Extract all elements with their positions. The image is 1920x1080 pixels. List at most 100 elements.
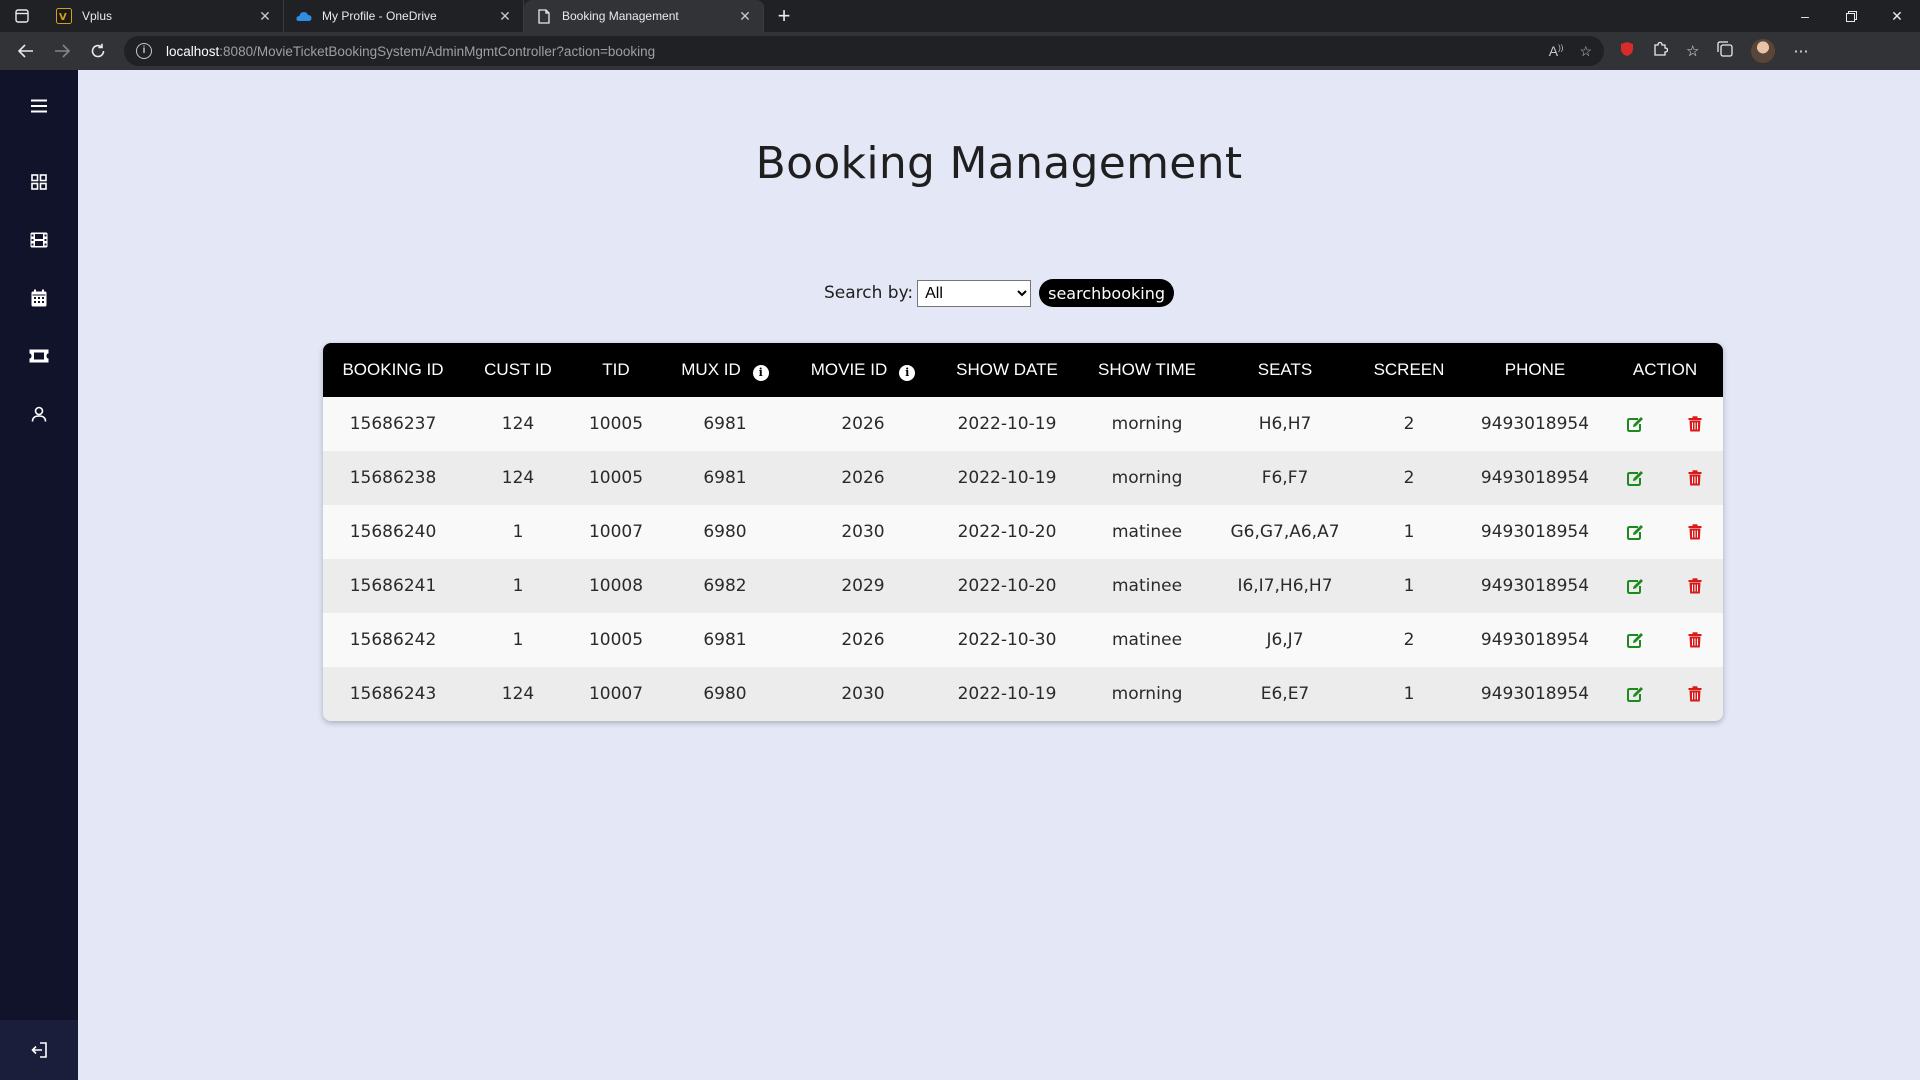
cell-mux-id: 6980 — [703, 684, 747, 704]
cell-phone: 9493018954 — [1480, 468, 1590, 488]
cell-show-date: 2022-10-20 — [957, 522, 1057, 542]
cell-mux-id: 6981 — [703, 414, 747, 434]
collections-icon[interactable] — [1717, 41, 1734, 61]
close-icon[interactable]: ✕ — [497, 8, 513, 24]
address-bar[interactable]: i localhost:8080/MovieTicketBookingSyste… — [124, 36, 1604, 66]
browser-tab-booking[interactable]: Booking Management ✕ — [524, 0, 764, 32]
onedrive-cloud-icon — [296, 8, 312, 24]
cell-mux-id: 6981 — [703, 468, 747, 488]
table-row: 15686243 124 10007 6980 2030 2022-10-19 … — [323, 667, 1723, 721]
bookings-table: BOOKING ID CUST ID TID MUX ID i MOVIE ID i… — [323, 343, 1723, 721]
browser-tab-vplus[interactable]: V Vplus ✕ — [44, 0, 284, 32]
search-bar: Search by: All searchbooking — [78, 279, 1920, 307]
col-header-label: MOVIE ID — [810, 359, 888, 379]
new-tab-button[interactable]: + — [768, 0, 800, 32]
profile-avatar[interactable] — [1751, 39, 1776, 63]
delete-icon[interactable] — [1686, 469, 1704, 487]
cell-show-time: morning — [1111, 414, 1183, 434]
cell-mux-id: 6980 — [703, 522, 747, 542]
cell-screen: 1 — [1403, 522, 1415, 542]
delete-icon[interactable] — [1686, 577, 1704, 595]
cell-seats: F6,F7 — [1261, 468, 1309, 488]
ticket-icon[interactable] — [0, 336, 78, 376]
cell-mux-id: 6981 — [703, 630, 747, 650]
cell-booking-id: 15686241 — [349, 576, 437, 596]
cell-tid: 10005 — [588, 414, 644, 434]
cell-booking-id: 15686240 — [349, 522, 437, 542]
col-header-movie-id: MOVIE ID i — [791, 343, 935, 397]
page-icon — [536, 8, 552, 24]
minimize-icon[interactable]: – — [1782, 0, 1828, 32]
restore-icon[interactable] — [1828, 0, 1874, 32]
favorites-icon[interactable]: ☆ — [1686, 42, 1699, 60]
refresh-icon[interactable] — [80, 36, 116, 66]
info-icon[interactable]: i — [752, 364, 769, 381]
search-label: Search by: — [823, 283, 914, 303]
edit-icon[interactable] — [1626, 415, 1644, 433]
add-favorite-icon[interactable]: ☆ — [1579, 43, 1592, 60]
cell-phone: 9493018954 — [1480, 522, 1590, 542]
tab-label: Vplus — [82, 9, 113, 23]
delete-icon[interactable] — [1686, 631, 1704, 649]
browser-tab-onedrive[interactable]: My Profile - OneDrive ✕ — [284, 0, 524, 32]
main-content: Booking Management Search by: All search… — [78, 70, 1920, 1080]
delete-icon[interactable] — [1686, 685, 1704, 703]
action-buttons — [1607, 667, 1723, 721]
more-options-icon[interactable]: ⋯ — [1793, 42, 1808, 60]
cell-phone: 9493018954 — [1480, 576, 1590, 596]
film-icon[interactable] — [0, 220, 78, 260]
edit-icon[interactable] — [1626, 523, 1644, 541]
extension-shield-icon[interactable] — [1620, 41, 1634, 61]
cell-movie-id: 2026 — [841, 414, 885, 434]
cell-movie-id: 2026 — [841, 630, 885, 650]
site-info-icon[interactable]: i — [136, 43, 152, 59]
edit-icon[interactable] — [1626, 631, 1644, 649]
extensions-puzzle-icon[interactable] — [1652, 41, 1669, 61]
cell-seats: G6,G7,A6,A7 — [1230, 522, 1340, 542]
cell-screen: 2 — [1403, 468, 1415, 488]
tab-actions-icon[interactable] — [0, 0, 44, 32]
cell-phone: 9493018954 — [1480, 684, 1590, 704]
page-title: Booking Management — [755, 138, 1243, 189]
cell-cust-id: 1 — [512, 522, 524, 542]
url-path: :8080/MovieTicketBookingSystem/AdminMgmt… — [219, 43, 656, 59]
action-buttons — [1607, 505, 1723, 559]
cell-show-date: 2022-10-19 — [957, 684, 1057, 704]
user-icon[interactable] — [0, 394, 78, 434]
dashboard-icon[interactable] — [0, 162, 78, 202]
logout-icon[interactable] — [0, 1020, 78, 1080]
back-icon[interactable] — [8, 36, 44, 66]
bookings-table-container: BOOKING ID CUST ID TID MUX ID i MOVIE ID i… — [323, 343, 1723, 721]
cell-seats: E6,E7 — [1260, 684, 1310, 704]
forward-icon[interactable] — [44, 36, 80, 66]
url-host: localhost — [166, 43, 220, 59]
read-aloud-icon[interactable]: A)) — [1549, 43, 1564, 60]
cell-action — [1607, 613, 1723, 667]
edit-icon[interactable] — [1626, 469, 1644, 487]
search-booking-button[interactable]: searchbooking — [1039, 279, 1175, 307]
edit-icon[interactable] — [1626, 577, 1644, 595]
close-window-icon[interactable]: ✕ — [1874, 0, 1920, 32]
close-icon[interactable]: ✕ — [257, 8, 273, 24]
search-by-select[interactable]: All — [917, 279, 1032, 307]
table-row: 15686240 1 10007 6980 2030 2022-10-20 ma… — [323, 505, 1723, 559]
delete-icon[interactable] — [1686, 415, 1704, 433]
delete-icon[interactable] — [1686, 523, 1704, 541]
cell-show-date: 2022-10-30 — [957, 630, 1057, 650]
cell-movie-id: 2026 — [841, 468, 885, 488]
cell-seats: I6,I7,H6,H7 — [1237, 576, 1333, 596]
tab-label: Booking Management — [562, 9, 679, 23]
edit-icon[interactable] — [1626, 685, 1644, 703]
table-header-row: BOOKING ID CUST ID TID MUX ID i MOVIE ID i… — [323, 343, 1723, 397]
cell-cust-id: 124 — [501, 414, 535, 434]
calendar-icon[interactable] — [0, 278, 78, 318]
table-row: 15686242 1 10005 6981 2026 2022-10-30 ma… — [323, 613, 1723, 667]
browser-tools: ☆ ⋯ — [1620, 39, 1808, 63]
cell-screen: 2 — [1403, 630, 1415, 650]
close-icon[interactable]: ✕ — [737, 8, 753, 24]
cell-phone: 9493018954 — [1480, 414, 1590, 434]
menu-icon[interactable] — [0, 86, 78, 126]
cell-tid: 10008 — [588, 576, 644, 596]
info-icon[interactable]: i — [899, 364, 916, 381]
table-row: 15686241 1 10008 6982 2029 2022-10-20 ma… — [323, 559, 1723, 613]
